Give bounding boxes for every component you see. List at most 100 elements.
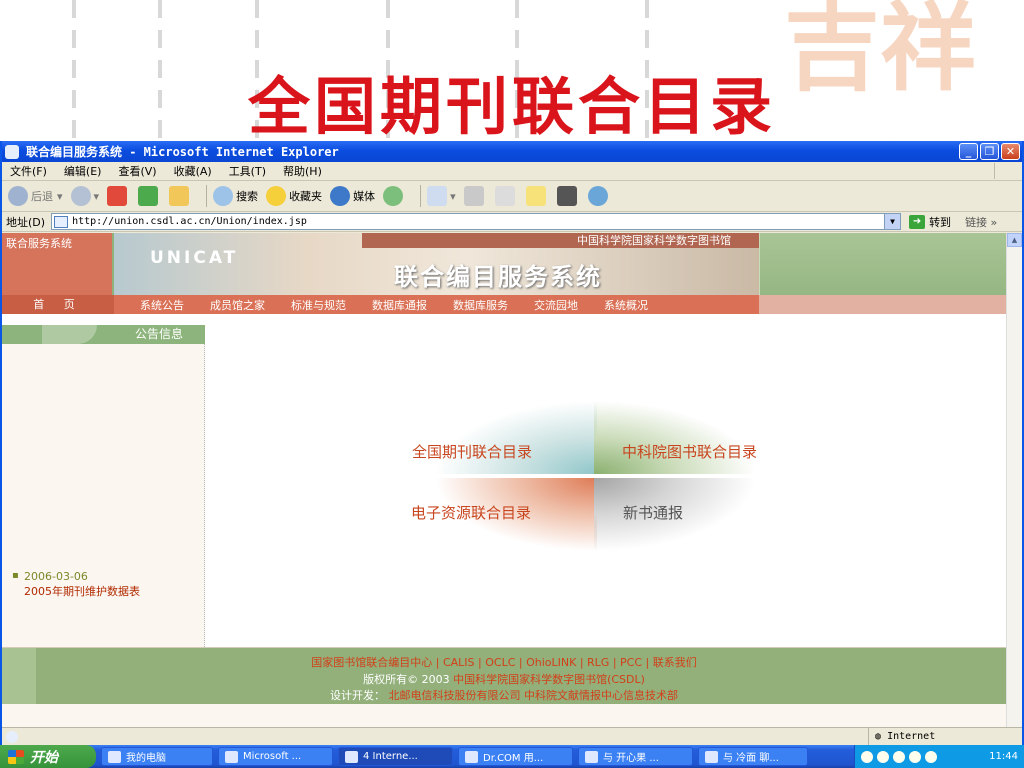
developer-label: 设计开发： [330,689,385,702]
site-nav: 首 页 系统公告 成员馆之家 标准与规范 数据库通报 数据库服务 交流园地 系统… [2,295,1006,314]
forward-button[interactable]: ▾ [70,186,99,206]
mail-button[interactable]: ▾ [427,186,456,206]
footer-link[interactable]: OhioLINK [526,656,576,669]
catalog-menu: 全国期刊联合目录 中科院图书联合目录 电子资源联合目录 新书通报 [407,388,802,566]
task-microsoft[interactable]: Microsoft ... [218,747,333,766]
footer-link[interactable]: CALIS [443,656,475,669]
new-books-link[interactable]: 新书通报 [623,502,683,523]
minimize-button[interactable]: _ [959,143,978,160]
address-dropdown-icon[interactable]: ▼ [884,214,901,229]
task-my-computer[interactable]: 我的电脑 [101,747,213,766]
address-input[interactable]: http://union.csdl.ac.cn/Union/index.jsp … [51,213,902,230]
print-button[interactable] [463,186,487,206]
task-internet-explorer[interactable]: 4 Interne... [338,747,453,766]
menu-file[interactable]: 文件(F) [10,163,47,179]
nav-overview[interactable]: 系统概况 [604,297,648,313]
nav-home[interactable]: 首 页 [2,295,114,314]
home-icon [169,186,190,206]
banner-subtitle: 联合服务系统 [6,237,72,250]
window-title: 联合编目服务系统 - Microsoft Internet Explorer [26,145,339,159]
toolbar: 后退 ▾ ▾ 搜索 收藏夹 媒体 ▾ [2,181,1022,212]
window-titlebar[interactable]: 联合编目服务系统 - Microsoft Internet Explorer _… [2,141,1022,162]
refresh-button[interactable] [138,186,161,206]
home-button[interactable] [169,186,192,206]
ie-window: 联合编目服务系统 - Microsoft Internet Explorer _… [0,141,1024,746]
research-button[interactable] [556,186,580,206]
windows-logo-icon [994,163,1018,179]
pen-icon[interactable] [877,750,889,763]
menu-view[interactable]: 查看(V) [118,163,156,179]
windows-flag-icon [8,749,24,764]
search-button[interactable]: 搜索 [213,186,258,206]
network-icon[interactable] [893,750,905,763]
address-url: http://union.csdl.ac.cn/Union/index.jsp [72,216,307,227]
clock[interactable]: 11:44 [989,751,1018,762]
media-button[interactable]: 媒体 [330,186,375,206]
copyright-org: 中国科学院国家科学数字图书馆(CSDL) [453,673,645,686]
back-button[interactable]: 后退 ▾ [8,186,63,206]
restore-button[interactable]: ❐ [980,143,999,160]
task-label: 与 冷面 聊... [723,753,779,764]
page-status-icon [6,730,18,743]
status-bar: ◍ Internet [2,727,1022,746]
news-link[interactable]: 2005年期刊维护数据表 [24,583,140,599]
scroll-up-icon[interactable]: ▲ [1007,233,1022,247]
notice-header: 公告信息 [2,325,205,344]
nav-forum[interactable]: 交流园地 [534,297,578,313]
footer-link[interactable]: 联系我们 [653,656,697,669]
developer-org: 北邮电信科技股份有限公司 中科院文献情报中心信息技术部 [388,689,679,702]
nav-standards[interactable]: 标准与规范 [291,297,346,313]
start-button[interactable]: 开始 [0,745,96,768]
menu-help[interactable]: 帮助(H) [283,163,322,179]
keyboard-icon[interactable] [861,750,873,763]
security-zone: ◍ Internet [868,728,935,746]
site-banner: 中国科学院国家科学数字图书馆 联合服务系统 UNICAT 联合编目服务系统 [2,233,1006,295]
history-button[interactable] [383,186,406,206]
footer-link[interactable]: RLG [587,656,609,669]
close-button[interactable]: ✕ [1001,143,1020,160]
go-button[interactable]: ➜ 转到 [909,214,951,230]
menu-tools[interactable]: 工具(T) [229,163,266,179]
favorites-button[interactable]: 收藏夹 [266,186,322,206]
links-button[interactable]: 链接 » [965,214,997,230]
volume-icon[interactable] [925,750,937,763]
nav-db-service[interactable]: 数据库服务 [453,297,508,313]
menu-edit[interactable]: 编辑(E) [64,163,102,179]
edit-icon [494,186,515,206]
task-chat-1[interactable]: 与 开心果 ... [578,747,693,766]
go-label: 转到 [929,215,952,229]
page-icon [54,215,69,228]
cas-book-catalog-link[interactable]: 中科院图书联合目录 [622,441,757,462]
nav-member-home[interactable]: 成员馆之家 [210,297,265,313]
history-icon [383,186,404,206]
chat-icon [585,750,598,763]
back-label: 后退 [31,190,53,203]
menubar: 文件(F) 编辑(E) 查看(V) 收藏(A) 工具(T) 帮助(H) [2,162,1022,181]
national-journal-catalog-link[interactable]: 全国期刊联合目录 [412,441,532,462]
task-chat-2[interactable]: 与 冷面 聊... [698,747,808,766]
address-label: 地址(D) [6,215,46,229]
ie-icon [5,144,19,159]
messenger-button[interactable] [587,186,611,206]
favorites-label: 收藏夹 [289,190,323,203]
discuss-button[interactable] [525,186,549,206]
zone-label: Internet [887,731,936,742]
edit-button[interactable] [494,186,518,206]
e-resource-catalog-link[interactable]: 电子资源联合目录 [411,502,531,523]
computer-icon [108,750,121,763]
stop-button[interactable] [107,186,130,206]
qq-icon[interactable] [909,750,921,763]
messenger-icon [587,186,608,206]
footer-link[interactable]: OCLC [485,656,515,669]
nav-db-report[interactable]: 数据库通报 [372,297,427,313]
task-label: 我的电脑 [126,753,166,764]
nav-announcements[interactable]: 系统公告 [140,297,184,313]
footer-link[interactable]: PCC [620,656,642,669]
forward-arrow-icon [70,186,91,206]
powerpoint-icon [225,750,238,763]
task-drcom[interactable]: Dr.COM 用... [458,747,573,766]
vertical-scrollbar[interactable]: ▲ [1006,233,1022,728]
footer-link[interactable]: 国家图书馆联合编目中心 [311,656,432,669]
menu-favorites[interactable]: 收藏(A) [174,163,212,179]
media-label: 媒体 [353,190,376,203]
